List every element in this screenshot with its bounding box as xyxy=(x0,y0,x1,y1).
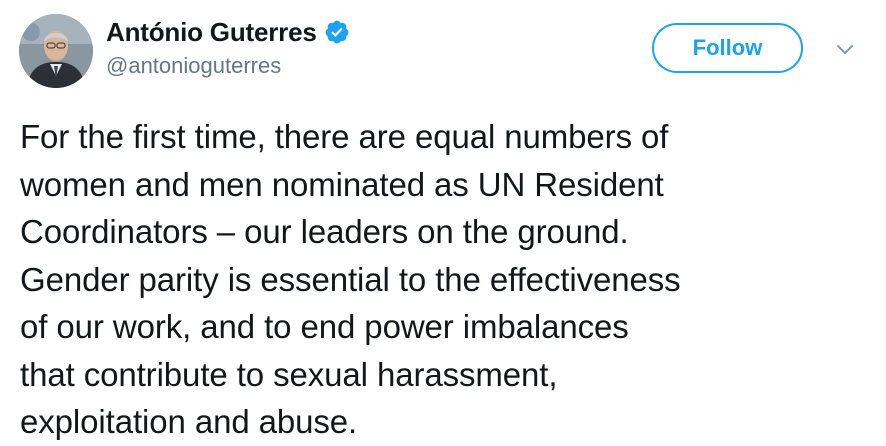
tweet-header: António Guterres @antonioguterres Follow xyxy=(0,0,886,100)
follow-button[interactable]: Follow xyxy=(652,23,803,73)
avatar[interactable] xyxy=(19,14,93,88)
avatar-image xyxy=(19,14,93,88)
verified-badge-icon xyxy=(324,19,350,45)
tweet-text: For the first time, there are equal numb… xyxy=(20,118,681,440)
display-name[interactable]: António Guterres xyxy=(106,17,317,48)
username[interactable]: @antonioguterres xyxy=(106,53,281,79)
chevron-down-icon[interactable] xyxy=(834,38,856,60)
display-name-row: António Guterres xyxy=(106,15,350,49)
